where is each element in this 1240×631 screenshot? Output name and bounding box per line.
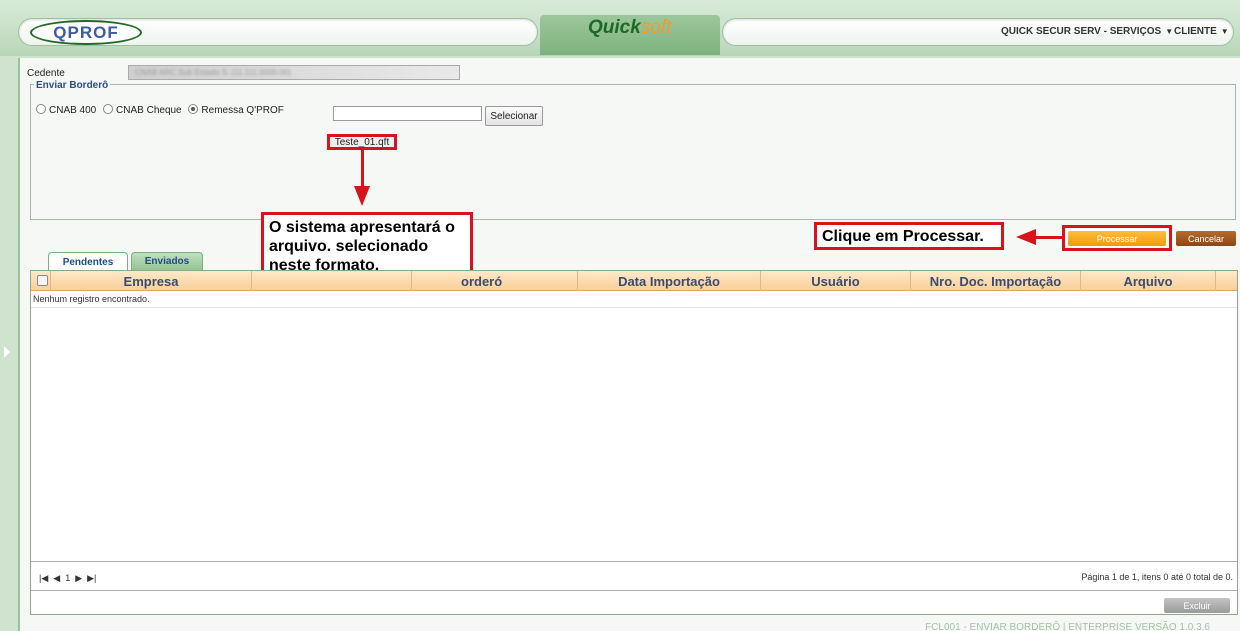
process-button[interactable]: Processar — [1068, 231, 1166, 246]
select-all-column — [31, 271, 51, 291]
radio-label: CNAB 400 — [49, 105, 97, 116]
select-file-button[interactable]: Selecionar — [485, 106, 543, 126]
version-footer: FCL001 - ENVIAR BORDERÔ | ENTERPRISE VER… — [925, 622, 1210, 631]
select-all-checkbox[interactable] — [37, 275, 48, 286]
cedente-label: Cedente — [27, 68, 65, 79]
chevron-down-icon: ▼ — [1165, 27, 1174, 36]
radio-remessa-qprof[interactable]: Remessa Q'PROF — [188, 104, 284, 116]
qprof-logo[interactable]: QPROF — [30, 20, 142, 45]
annotation-arrow-left-icon — [1016, 229, 1036, 245]
company-menu[interactable]: QUICK SECUR SERV - SERVIÇOS ▼ — [1001, 26, 1173, 37]
column-arquivo[interactable]: Arquivo — [1081, 271, 1216, 291]
cedente-field[interactable]: CNAB ARC Sub Estado S. (11.111.0000-00) — [128, 65, 460, 80]
file-path-input[interactable] — [333, 106, 482, 121]
expand-sidebar-icon[interactable] — [4, 346, 10, 358]
tab-pendentes[interactable]: Pendentes — [48, 252, 128, 271]
empty-message: Nenhum registro encontrado. — [33, 294, 150, 304]
grid-bottom-divider — [31, 590, 1237, 591]
radio-label: Remessa Q'PROF — [201, 105, 284, 116]
company-menu-label: QUICK SECUR SERV - SERVIÇOS — [1001, 26, 1162, 37]
quicksoft-logo: Quicksoft — [588, 17, 671, 39]
chevron-down-icon: ▼ — [1220, 27, 1229, 36]
layout-radio-group: CNAB 400 CNAB Cheque Remessa Q'PROF — [36, 104, 288, 116]
annotation-arrow-line — [1034, 236, 1064, 239]
qprof-logo-text: QPROF — [53, 22, 119, 42]
collapsed-sidebar[interactable] — [0, 56, 18, 631]
column-nro-doc-importacao[interactable]: Nro. Doc. Importação — [911, 271, 1081, 291]
radio-icon[interactable] — [36, 104, 46, 114]
column-data-importacao[interactable]: Data Importação — [578, 271, 761, 291]
annotation-arrow-line — [361, 150, 364, 188]
cedente-value: CNAB ARC Sub Estado S. (11.111.0000-00) — [135, 68, 292, 77]
next-page-icon[interactable]: ▶ — [75, 573, 82, 583]
row-divider — [31, 307, 1237, 308]
radio-icon[interactable] — [103, 104, 114, 114]
selected-file-name: Teste_01.qft — [327, 134, 397, 150]
client-menu-label: CLIENTE — [1174, 26, 1217, 37]
column-bordero[interactable]: orderó — [412, 271, 578, 291]
first-page-icon[interactable]: |◀ — [39, 573, 48, 583]
pager: |◀ ◀ 1 ▶ ▶| — [39, 573, 101, 584]
client-menu[interactable]: CLIENTE ▼ — [1174, 26, 1229, 37]
enviar-bordero-legend: Enviar Borderô — [34, 80, 111, 91]
quicksoft-logo-quick: Quick — [588, 17, 641, 38]
radio-label: CNAB Cheque — [116, 105, 182, 116]
page-number[interactable]: 1 — [65, 573, 70, 583]
delete-button[interactable]: Excluir — [1164, 598, 1230, 613]
quicksoft-logo-soft: soft — [640, 17, 672, 38]
page-info: Página 1 de 1, itens 0 até 0 total de 0. — [1081, 572, 1233, 582]
column-empresa[interactable]: Empresa — [51, 271, 252, 291]
last-page-icon[interactable]: ▶| — [87, 573, 96, 583]
process-callout: Clique em Processar. — [814, 222, 1004, 250]
cancel-button[interactable]: Cancelar — [1176, 231, 1236, 246]
prev-page-icon[interactable]: ◀ — [53, 573, 60, 583]
grid-header: Empresa orderó Data Importação Usuário N… — [31, 271, 1237, 291]
column-hidden[interactable] — [252, 271, 412, 291]
radio-selected-icon[interactable] — [188, 104, 199, 114]
bordero-grid: Empresa orderó Data Importação Usuário N… — [30, 270, 1238, 615]
radio-cnab-cheque[interactable]: CNAB Cheque — [103, 104, 182, 116]
pager-divider — [31, 561, 1237, 562]
annotation-arrow-down-icon — [354, 186, 370, 206]
tab-enviados[interactable]: Enviados — [131, 252, 203, 270]
radio-cnab-400[interactable]: CNAB 400 — [36, 104, 97, 116]
column-usuario[interactable]: Usuário — [761, 271, 911, 291]
